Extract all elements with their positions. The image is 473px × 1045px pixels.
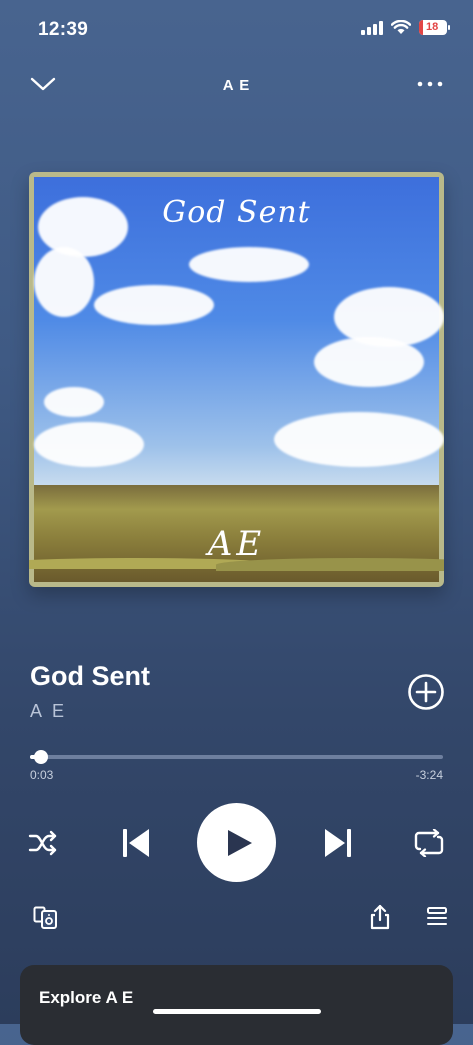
next-icon[interactable] <box>323 827 353 859</box>
share-icon[interactable] <box>369 904 391 930</box>
remaining-time: -3:24 <box>415 768 443 782</box>
header-title: A E <box>222 77 251 94</box>
progress-knob[interactable] <box>34 750 48 764</box>
battery-level: 18 <box>426 21 439 33</box>
album-art: God Sent AE <box>29 172 444 587</box>
cellular-signal-icon <box>361 20 383 35</box>
progress-bar[interactable] <box>30 750 443 764</box>
player-header: A E <box>0 72 473 102</box>
track-title: God Sent <box>30 661 150 691</box>
add-icon[interactable] <box>407 673 445 711</box>
home-indicator <box>153 1009 321 1014</box>
album-art-title: God Sent <box>162 195 311 230</box>
track-artist[interactable]: A E <box>30 701 67 722</box>
status-time: 12:39 <box>38 19 89 40</box>
repeat-icon[interactable] <box>414 829 444 857</box>
queue-icon[interactable] <box>426 907 448 927</box>
album-art-artist: AE <box>207 524 266 564</box>
shuffle-icon[interactable] <box>28 830 58 856</box>
secondary-controls <box>0 903 473 933</box>
explore-label: Explore A E <box>39 988 134 1007</box>
elapsed-time: 0:03 <box>30 768 54 782</box>
status-icons: 18 <box>361 20 450 35</box>
previous-icon[interactable] <box>121 827 151 859</box>
battery-icon: 18 <box>419 20 450 35</box>
play-icon <box>227 829 252 856</box>
connect-device-icon[interactable] <box>33 906 59 930</box>
status-bar: 12:39 18 <box>0 0 473 56</box>
explore-card[interactable]: Explore A E <box>20 965 453 1045</box>
playback-controls <box>0 800 473 886</box>
wifi-icon <box>391 20 411 34</box>
play-button[interactable] <box>197 803 276 882</box>
more-icon[interactable] <box>417 76 443 92</box>
